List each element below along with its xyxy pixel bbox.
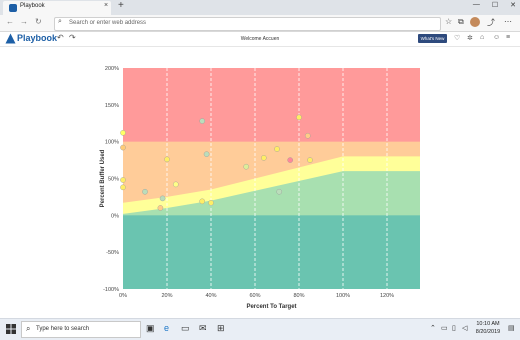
mail-icon[interactable]: ✉ (199, 323, 207, 334)
x-tick-label: 0% (119, 293, 127, 299)
hamburger-menu-icon[interactable]: ≡ (506, 34, 510, 41)
y-tick-label: -100% (103, 287, 119, 293)
address-bar[interactable]: ⌕ Search or enter web address (54, 17, 441, 31)
back-icon[interactable]: ← (6, 17, 14, 26)
data-point (142, 188, 148, 195)
y-tick-label: 100% (105, 140, 119, 146)
share-icon[interactable]: ⤴ (487, 17, 495, 28)
browser-tab-strip: Playbook × + — ☐ ✕ (0, 0, 520, 15)
network-icon[interactable]: ▭ (441, 324, 448, 332)
new-tab-button[interactable]: + (118, 0, 124, 11)
data-point (274, 146, 280, 152)
y-axis-label: Percent Buffer Used (100, 149, 106, 207)
tray-people-icon[interactable]: ⌃ (430, 324, 436, 332)
x-tick-label: 100% (336, 293, 350, 299)
tab-title: Playbook (20, 3, 45, 9)
address-search-icon: ⌕ (58, 18, 62, 25)
data-point (307, 157, 313, 163)
data-point (120, 144, 126, 151)
close-window-button[interactable]: ✕ (510, 1, 516, 9)
data-point (276, 188, 283, 195)
playbook-favicon-icon (9, 4, 17, 12)
home-icon[interactable]: ⌂ (480, 34, 484, 41)
buffer-chart: 200%150%100%50%0%-50%-100%0% 20% 40% 60% 80%… (100, 66, 420, 310)
y-tick-label: -50% (106, 250, 119, 256)
y-tick-label: 0% (111, 213, 119, 219)
data-point (120, 130, 126, 136)
zone-teal (123, 215, 420, 289)
y-tick-label: 200% (105, 66, 119, 72)
x-tick-label: 60% (249, 293, 260, 299)
tab-close-icon[interactable]: × (104, 2, 108, 9)
minimize-button[interactable]: — (473, 1, 480, 9)
refresh-icon[interactable]: ↻ (35, 17, 42, 26)
x-tick-label: 80% (293, 293, 304, 299)
settings-gear-icon[interactable]: ✲ (467, 34, 473, 42)
clock-time[interactable]: 10:10 AM (472, 321, 504, 327)
data-point (296, 114, 302, 121)
data-point (287, 157, 294, 163)
edge-browser-icon[interactable]: e (164, 323, 169, 333)
data-point (157, 205, 164, 211)
data-point (120, 177, 126, 183)
data-point (243, 163, 249, 170)
x-tick-label: 120% (380, 293, 394, 299)
battery-icon[interactable]: ▯ (452, 324, 456, 332)
maximize-button[interactable]: ☐ (492, 1, 498, 9)
volume-icon[interactable]: ◁ (462, 324, 467, 332)
y-tick-label: 150% (105, 103, 119, 109)
x-tick-label: 20% (161, 293, 172, 299)
extensions-icon[interactable]: ⧉ (458, 17, 464, 27)
window-controls: — ☐ ✕ (473, 1, 516, 9)
bookmark-icon[interactable]: ♡ (454, 34, 460, 42)
store-bag-icon[interactable]: ⊞ (217, 323, 225, 334)
forward-icon[interactable]: → (20, 17, 28, 26)
data-point (199, 118, 205, 124)
notifications-icon[interactable]: ▤ (508, 324, 515, 332)
favorites-star-icon[interactable]: ☆ (445, 17, 452, 26)
whats-new-button[interactable]: What's New (418, 34, 447, 43)
windows-taskbar: ⌕ Type here to search ▣ e ▭ ✉ ⊞ ⌃ ▭ ▯ ◁ … (0, 318, 520, 340)
browser-tab[interactable]: Playbook × (3, 1, 111, 15)
data-point (120, 184, 126, 191)
taskbar-search-box[interactable]: ⌕ Type here to search (21, 321, 141, 338)
data-point (304, 132, 311, 139)
clock-date[interactable]: 8/20/2019 (472, 329, 504, 335)
data-point (208, 200, 214, 206)
windows-start-icon[interactable] (6, 324, 16, 334)
more-menu-icon[interactable]: ⋯ (504, 17, 512, 26)
search-icon: ⌕ (26, 324, 31, 333)
x-tick-label: 40% (205, 293, 216, 299)
browser-navbar: ← → ↻ ⌕ Search or enter web address ☆ ⧉ … (0, 15, 520, 32)
data-point (203, 151, 210, 157)
user-circle-icon[interactable]: ☺ (493, 34, 500, 41)
y-tick-label: 50% (108, 177, 119, 183)
x-axis-label: Percent To Target (246, 304, 296, 310)
data-point (199, 198, 205, 205)
app-header: Playbook ↶ ↷ Welcome Accuen What's New ♡… (0, 32, 520, 47)
data-point (172, 181, 179, 188)
file-explorer-icon[interactable]: ▭ (181, 323, 190, 334)
profile-avatar[interactable] (470, 17, 480, 27)
data-point (260, 155, 267, 161)
task-view-icon[interactable]: ▣ (146, 323, 155, 334)
data-point (164, 156, 170, 163)
address-input[interactable]: Search or enter web address (69, 20, 146, 26)
taskbar-search-input[interactable]: Type here to search (36, 326, 89, 332)
plot-area (120, 68, 420, 289)
data-point (159, 195, 166, 202)
